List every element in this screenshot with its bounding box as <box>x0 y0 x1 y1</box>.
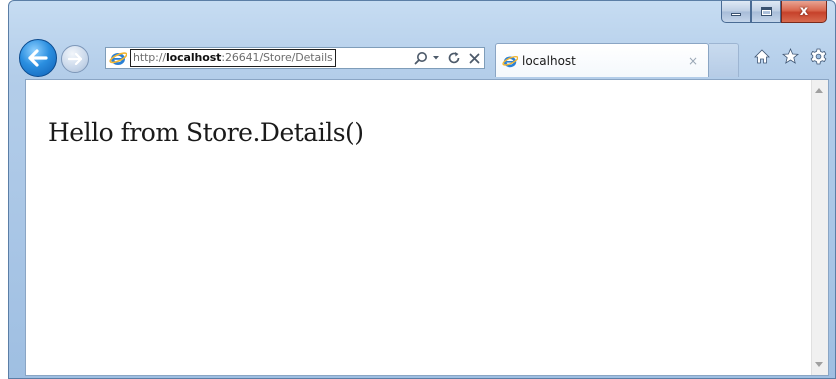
address-tools <box>414 51 480 65</box>
window-caption-buttons: x <box>721 1 827 25</box>
tab-close-button[interactable]: × <box>688 54 698 68</box>
window-edge <box>0 100 8 379</box>
back-button[interactable] <box>19 39 57 77</box>
new-tab-button[interactable] <box>709 43 739 77</box>
stop-icon <box>469 53 480 63</box>
ie-logo-icon <box>502 55 518 67</box>
url-path: :26641/Store/Details <box>221 51 333 64</box>
ie-logo-icon <box>109 52 127 65</box>
address-bar[interactable]: http://localhost:26641/Store/Details <box>105 47 485 69</box>
minimize-icon <box>731 13 741 16</box>
command-icons <box>753 47 827 65</box>
page-heading: Hello from Store.Details() <box>48 118 364 147</box>
search-icon <box>414 52 427 65</box>
minimize-button[interactable] <box>721 1 751 23</box>
gear-icon <box>810 48 826 64</box>
tools-button[interactable] <box>809 47 827 65</box>
maximize-button[interactable] <box>751 1 781 23</box>
dropdown-icon <box>433 56 439 60</box>
url-host: localhost <box>166 51 222 64</box>
home-icon <box>754 48 770 63</box>
forward-button[interactable] <box>61 45 89 73</box>
page-content: Hello from Store.Details() <box>25 79 829 376</box>
close-window-button[interactable]: x <box>781 1 827 23</box>
favorites-button[interactable] <box>781 47 799 65</box>
close-icon: x <box>799 4 809 19</box>
scroll-down-icon[interactable] <box>815 362 823 367</box>
vertical-scrollbar[interactable] <box>811 80 828 375</box>
maximize-icon <box>760 7 772 16</box>
search-button[interactable] <box>414 51 440 65</box>
stop-button[interactable] <box>469 53 480 64</box>
url-prefix: http:// <box>133 51 166 64</box>
browser-window: x http://localhost:26641/Store/Details l… <box>8 0 836 379</box>
forward-arrow-icon <box>68 53 82 65</box>
refresh-icon <box>448 52 460 64</box>
home-button[interactable] <box>753 47 771 65</box>
star-icon <box>781 48 799 64</box>
back-arrow-icon <box>28 49 48 67</box>
url-input[interactable]: http://localhost:26641/Store/Details <box>130 49 336 67</box>
scroll-up-icon[interactable] <box>815 88 823 93</box>
refresh-button[interactable] <box>448 51 461 65</box>
tab-localhost[interactable]: localhost × <box>495 43 709 77</box>
tab-label: localhost <box>522 53 576 68</box>
